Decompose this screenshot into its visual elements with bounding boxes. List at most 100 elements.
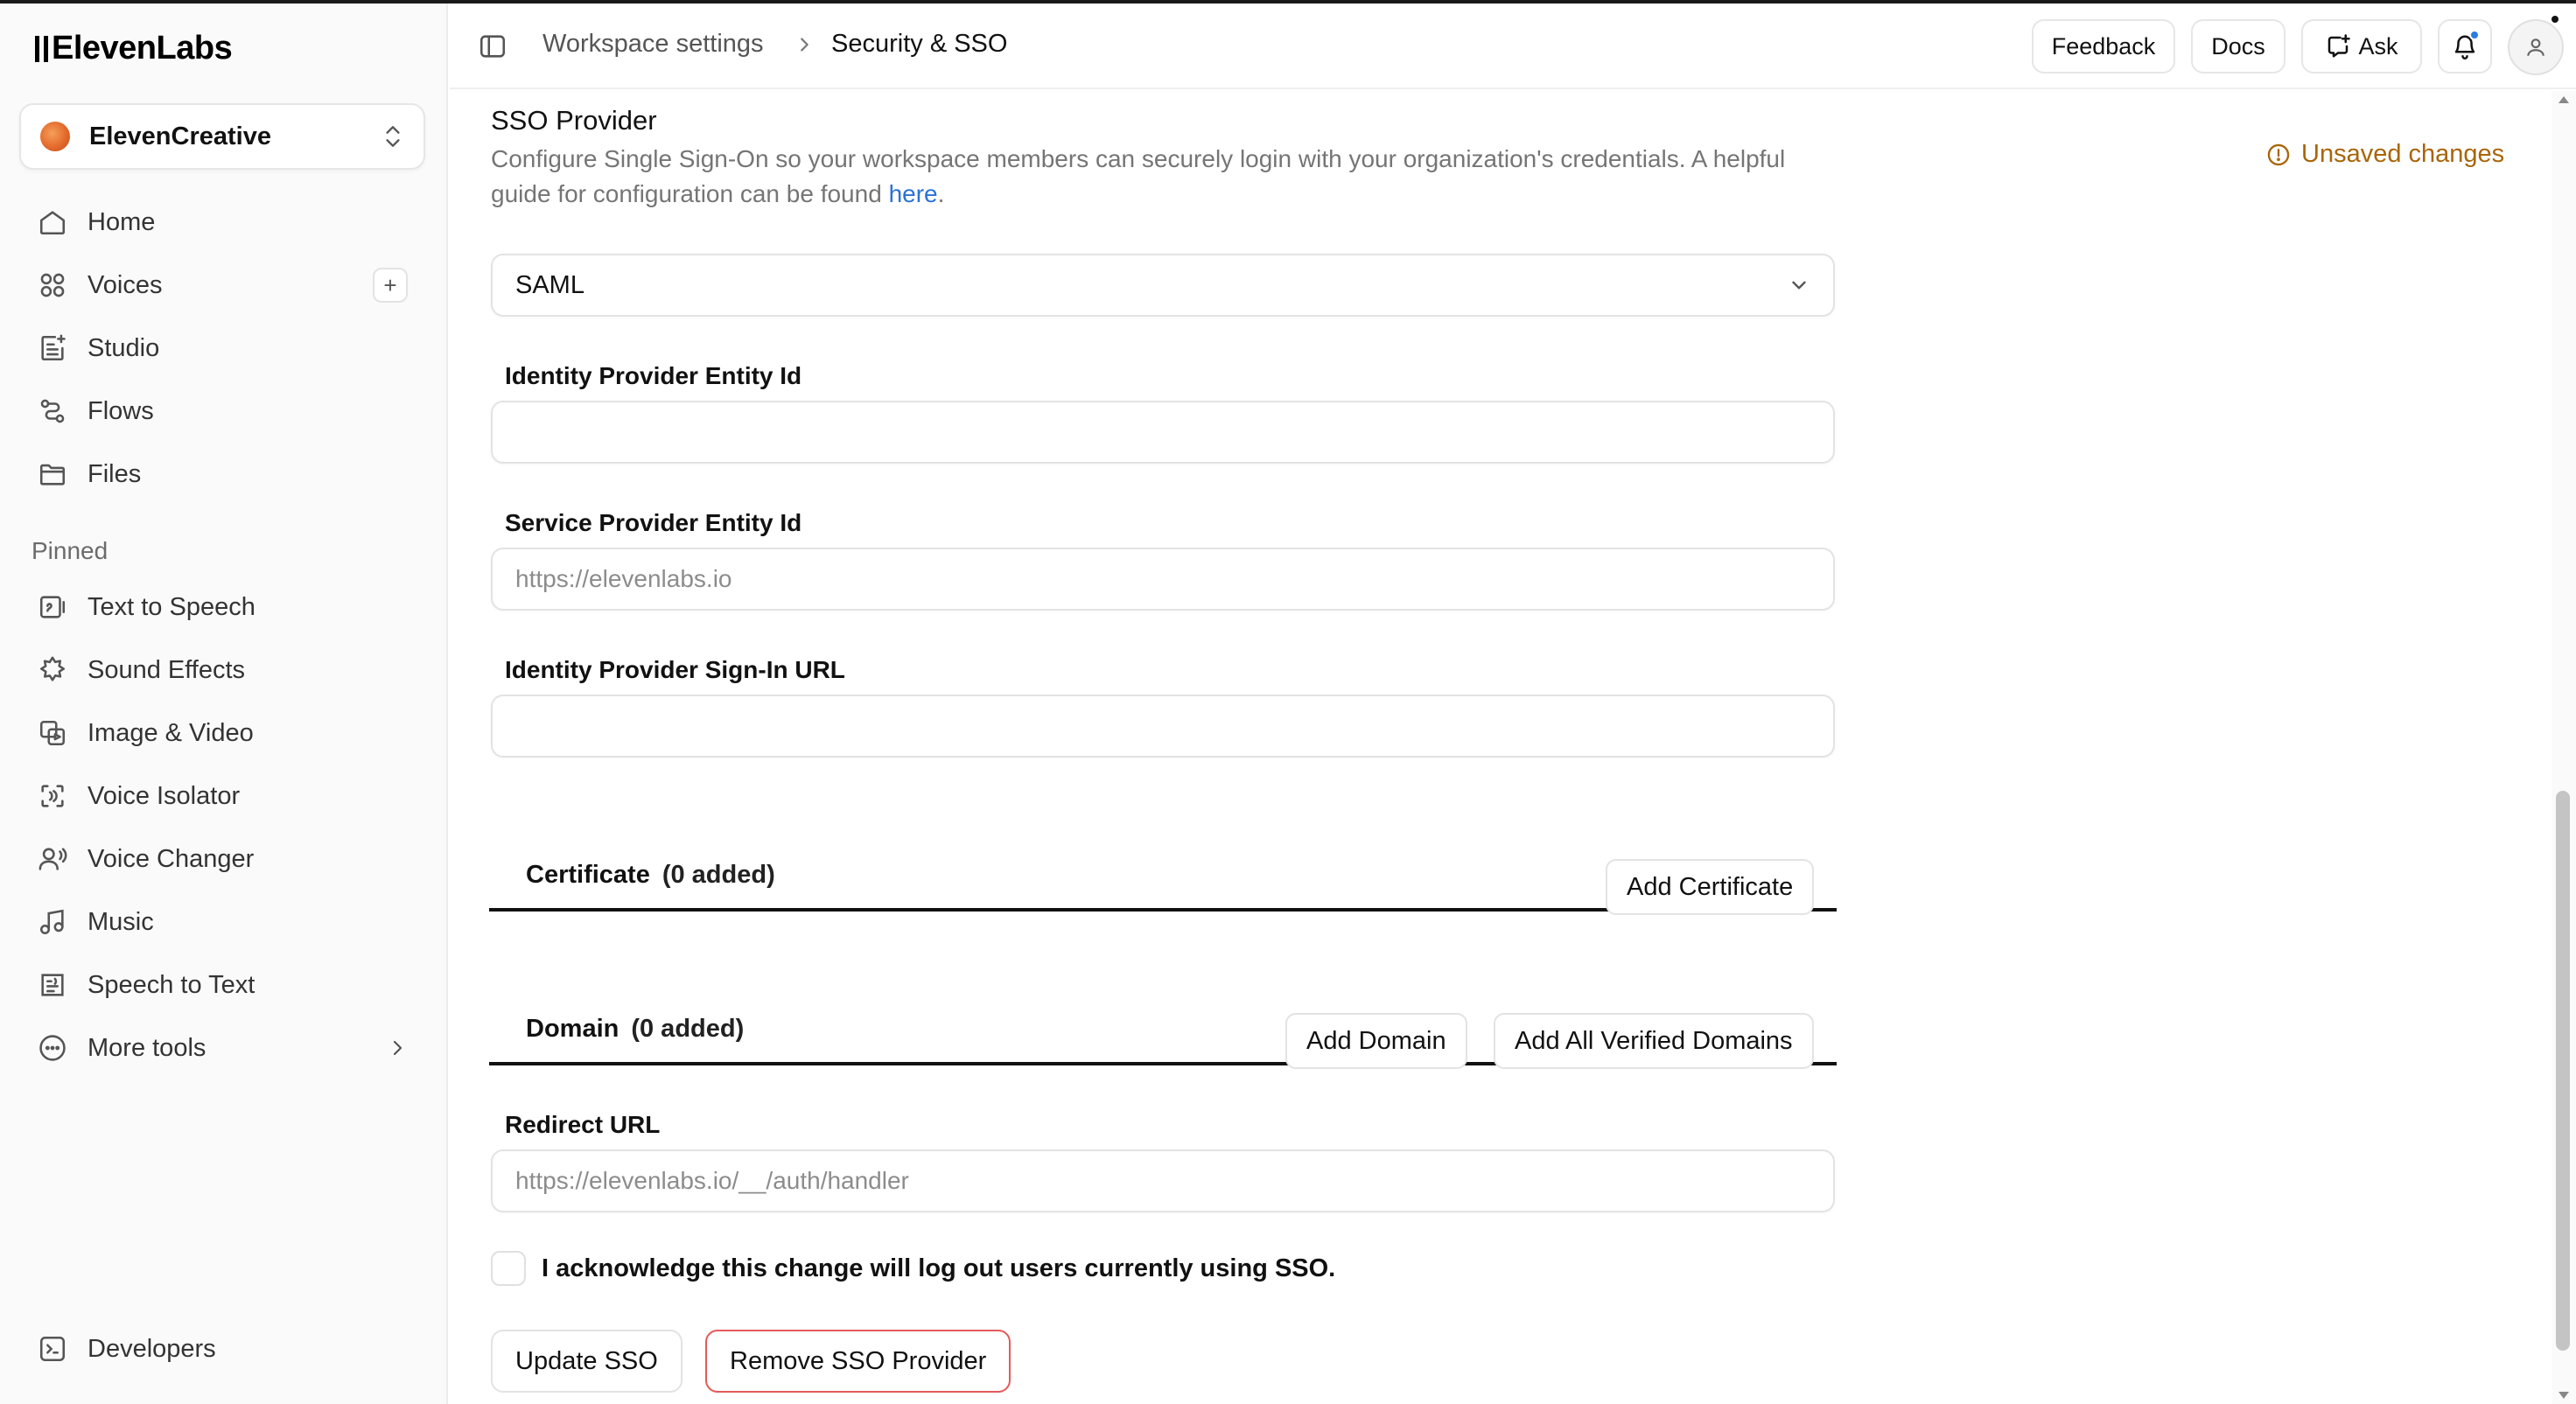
feedback-button[interactable]: Feedback — [2032, 19, 2175, 73]
add-certificate-button[interactable]: Add Certificate — [1606, 859, 1815, 915]
domain-section: Domain (0 added) Add Domain Add All Verif… — [489, 978, 1837, 1069]
certificate-title-text: Certificate — [526, 861, 650, 889]
add-voice-button[interactable]: + — [373, 268, 408, 303]
idp-signin-url-input[interactable] — [491, 695, 1835, 758]
more-tools-icon — [37, 1032, 68, 1064]
guide-link[interactable]: here — [889, 180, 938, 207]
breadcrumb-current-page: Security & SSO — [831, 30, 1008, 58]
sidebar-item-voice-changer[interactable]: Voice Changer — [19, 828, 425, 891]
sso-description: Configure Single Sign-On so your workspa… — [491, 142, 1838, 212]
studio-icon — [37, 332, 68, 364]
add-domain-button[interactable]: Add Domain — [1285, 1013, 1467, 1069]
idp-signin-url-label: Identity Provider Sign-In URL — [505, 656, 845, 683]
sidebar-item-home[interactable]: Home — [19, 191, 425, 254]
scroll-up-arrow-icon[interactable] — [2558, 96, 2569, 103]
acknowledge-checkbox[interactable] — [491, 1251, 526, 1286]
workspace-name: ElevenCreative — [89, 122, 271, 150]
idp-entity-id-label: Identity Provider Entity Id — [505, 362, 802, 389]
avatar-status-dot — [2552, 16, 2558, 23]
main-scrollbar[interactable] — [2552, 91, 2576, 1404]
alert-circle-icon — [2267, 143, 2290, 165]
remove-sso-provider-button[interactable]: Remove SSO Provider — [705, 1330, 1012, 1393]
sidebar-item-flows[interactable]: Flows — [19, 380, 425, 443]
voice-changer-icon — [37, 843, 68, 875]
page-title: SSO Provider — [491, 105, 657, 136]
main-nav: Home Voices + Studio Flows Files — [19, 191, 425, 506]
scroll-down-arrow-icon[interactable] — [2558, 1392, 2569, 1399]
user-avatar[interactable] — [2508, 16, 2564, 75]
sp-entity-id-label: Service Provider Entity Id — [505, 509, 802, 536]
sso-settings-panel: SSO Provider Configure Single Sign-On so… — [450, 91, 2532, 1404]
logo[interactable]: ElevenLabs — [35, 30, 233, 67]
sidebar-item-text-to-speech[interactable]: Text to Speech — [19, 576, 425, 639]
sidebar-item-label: Voice Changer — [88, 844, 255, 873]
certificate-section: Certificate (0 added) Add Certificate — [489, 824, 1837, 915]
add-all-verified-domains-button[interactable]: Add All Verified Domains — [1494, 1013, 1814, 1069]
acknowledge-row: I acknowledge this change will log out u… — [491, 1251, 1335, 1286]
sidebar-item-label: Studio — [88, 333, 160, 362]
sidebar-item-sound-effects[interactable]: Sound Effects — [19, 639, 425, 702]
sidebar-item-voices[interactable]: Voices + — [19, 254, 425, 317]
logo-text: ElevenLabs — [52, 30, 233, 66]
voices-icon — [37, 269, 68, 301]
files-icon — [37, 458, 68, 490]
domain-title-text: Domain — [526, 1015, 620, 1043]
description-text: Configure Single Sign-On so your workspa… — [491, 145, 1786, 207]
sidebar-item-label: Music — [88, 907, 154, 936]
sidebar-toggle-icon[interactable] — [478, 31, 508, 61]
sidebar-item-label: Image & Video — [88, 718, 254, 747]
sidebar-item-label: Voice Isolator — [88, 781, 241, 810]
sidebar-item-files[interactable]: Files — [19, 443, 425, 506]
image-video-icon — [37, 717, 68, 749]
text-to-speech-icon — [37, 591, 68, 623]
update-sso-button[interactable]: Update SSO — [491, 1330, 682, 1393]
workspace-selector[interactable]: ElevenCreative — [19, 103, 425, 170]
sidebar-item-label: Text to Speech — [88, 592, 256, 621]
sso-provider-type-select[interactable]: SAML — [491, 254, 1835, 317]
ask-label: Ask — [2358, 32, 2398, 59]
acknowledge-label[interactable]: I acknowledge this change will log out u… — [542, 1254, 1335, 1283]
description-end: . — [937, 180, 945, 207]
developers-icon — [37, 1333, 68, 1365]
sidebar-item-label: Files — [88, 459, 142, 488]
notifications-button[interactable] — [2438, 19, 2492, 73]
chevron-down-icon — [1792, 281, 1806, 290]
home-icon — [37, 206, 68, 238]
sidebar-item-more-tools[interactable]: More tools — [19, 1016, 425, 1079]
scrollbar-thumb[interactable] — [2556, 791, 2570, 1351]
chevron-up-down-icon — [386, 126, 400, 147]
pinned-nav: Text to Speech Sound Effects Image & Vid… — [19, 576, 425, 1079]
sidebar-item-label: Speech to Text — [88, 970, 256, 999]
redirect-url-label: Redirect URL — [505, 1111, 661, 1138]
sp-entity-id-input[interactable] — [491, 548, 1835, 611]
sidebar-item-speech-to-text[interactable]: Speech to Text — [19, 953, 425, 1016]
sidebar-item-label: Sound Effects — [88, 655, 246, 684]
ask-chat-icon — [2328, 34, 2351, 58]
idp-entity-id-input[interactable] — [491, 401, 1835, 464]
breadcrumb-workspace-settings[interactable]: Workspace settings — [542, 30, 764, 59]
ask-button[interactable]: Ask — [2301, 19, 2422, 73]
sidebar-item-music[interactable]: Music — [19, 891, 425, 953]
domain-count: (0 added) — [631, 1015, 745, 1043]
docs-button[interactable]: Docs — [2191, 19, 2286, 73]
certificate-count: (0 added) — [662, 861, 775, 889]
sidebar-item-developers[interactable]: Developers — [19, 1317, 425, 1380]
top-header: Workspace settings Security & SSO Feedba… — [450, 3, 2576, 89]
flows-icon — [37, 395, 68, 427]
sidebar-item-label: Developers — [88, 1334, 216, 1363]
domain-title: Domain (0 added) — [526, 1015, 744, 1044]
redirect-url-input[interactable] — [491, 1149, 1835, 1212]
sidebar-footer: Developers — [19, 1317, 425, 1380]
sidebar-item-label: Home — [88, 207, 156, 236]
sidebar-item-studio[interactable]: Studio — [19, 317, 425, 380]
unsaved-label: Unsaved changes — [2301, 140, 2505, 168]
selected-value: SAML — [515, 270, 584, 299]
notification-dot — [2469, 30, 2480, 40]
sidebar-item-label: Flows — [88, 396, 154, 425]
pinned-section-title: Pinned — [32, 537, 108, 564]
sidebar-item-voice-isolator[interactable]: Voice Isolator — [19, 765, 425, 828]
sidebar: ElevenLabs ElevenCreative Home Voices + … — [0, 3, 448, 1404]
sidebar-item-image-video[interactable]: Image & Video — [19, 702, 425, 765]
sound-effects-icon — [37, 654, 68, 686]
unsaved-changes-indicator: Unsaved changes — [2266, 140, 2504, 169]
